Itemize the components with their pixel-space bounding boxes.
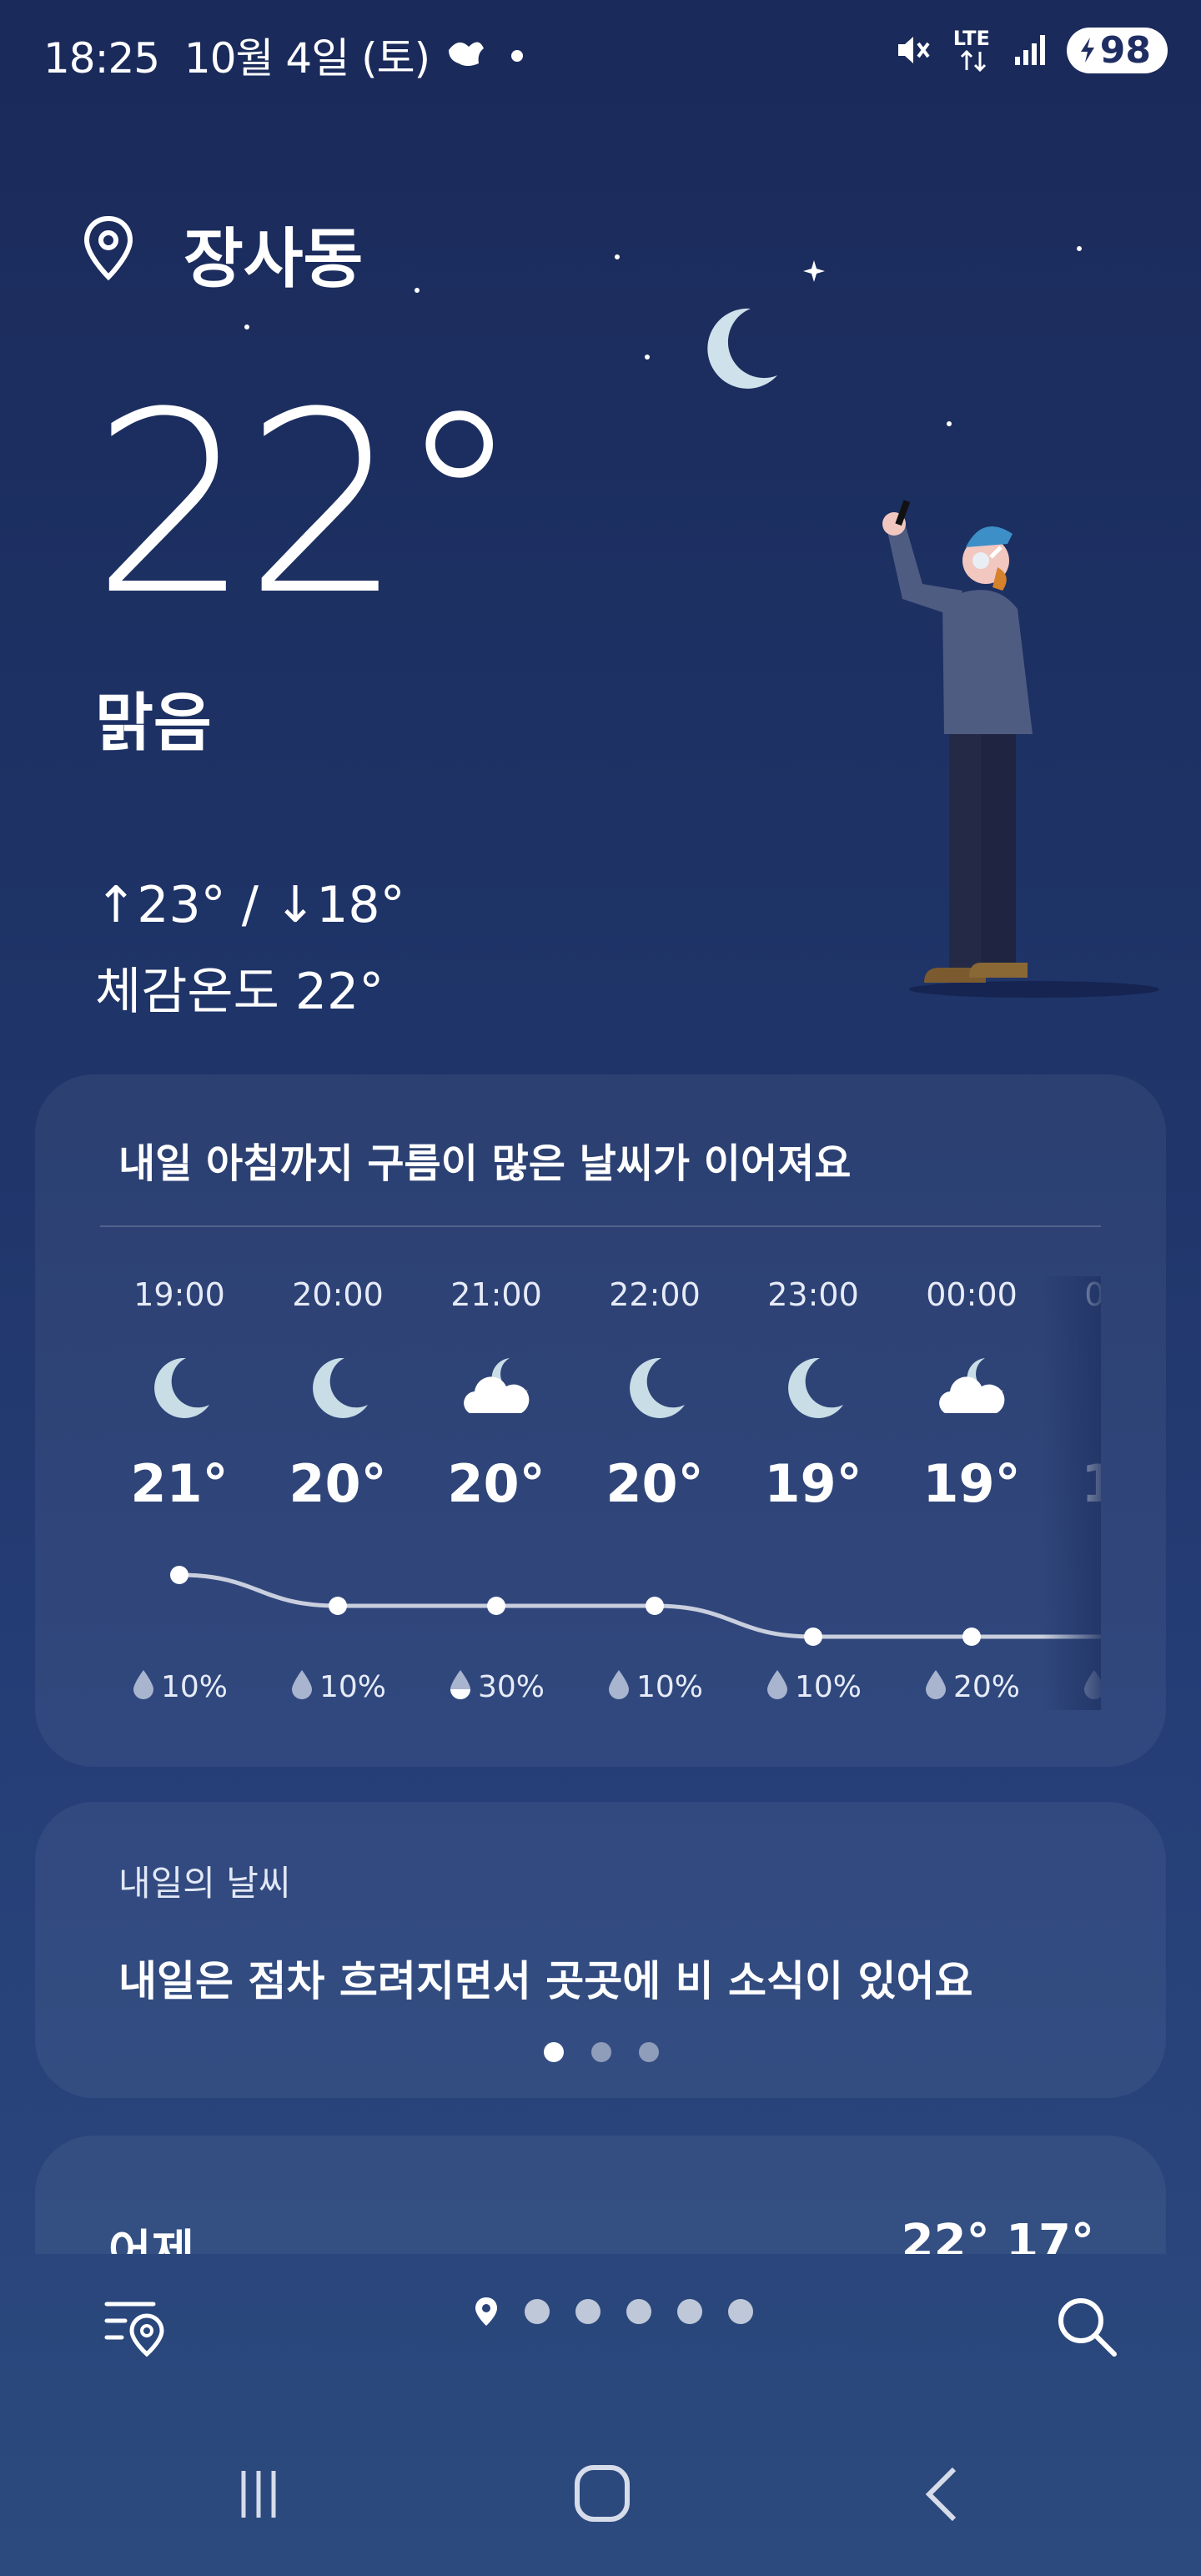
raindrop-icon bbox=[925, 1670, 946, 1699]
page-dot bbox=[639, 2042, 659, 2062]
precipitation-chance: 30% bbox=[417, 1668, 575, 1704]
feels-like-temperature: 체감온도 22° bbox=[95, 963, 384, 1021]
page-dot bbox=[591, 2042, 611, 2062]
precipitation-value: 20% bbox=[952, 1670, 1020, 1704]
hour-time: 23:00 bbox=[767, 1276, 859, 1313]
location-list-icon[interactable] bbox=[103, 2292, 170, 2359]
precipitation-value: 30% bbox=[477, 1670, 545, 1704]
tomorrow-summary: 내일은 점차 흐려지면서 곳곳에 비 소식이 있어요 bbox=[118, 1957, 973, 2005]
hour-temperature: 19° bbox=[764, 1453, 862, 1514]
card-divider bbox=[100, 1225, 1101, 1227]
current-temperature: 22° bbox=[92, 359, 522, 650]
hourly-forecast-scroller[interactable]: 19:00 21° 10% 20:00 20° 10% 21:00 20° 30% 22:00 20… bbox=[100, 1276, 1101, 1710]
hour-column: 00:00 19° bbox=[892, 1276, 1051, 1514]
scroll-fade bbox=[1043, 1276, 1101, 1710]
precipitation-chance: 20% bbox=[892, 1668, 1051, 1704]
moon-icon bbox=[630, 1357, 685, 1418]
temperature-point bbox=[962, 1628, 981, 1646]
person-illustration bbox=[882, 500, 1159, 998]
mute-icon bbox=[897, 37, 930, 63]
temperature-trend-path bbox=[178, 1572, 1101, 1639]
status-time: 18:25 bbox=[43, 34, 160, 83]
charging-icon bbox=[1080, 38, 1094, 63]
back-button[interactable] bbox=[917, 2464, 967, 2523]
hourly-summary-title: 내일 아침까지 구름이 많은 날씨가 이어져요 bbox=[118, 1140, 852, 1187]
mask-bird-icon bbox=[449, 42, 484, 66]
hour-column: 20:00 20° bbox=[259, 1276, 417, 1514]
status-bar-right: LTE 98 bbox=[893, 27, 1168, 73]
location-dot bbox=[728, 2299, 753, 2324]
hour-time: 20:00 bbox=[292, 1276, 384, 1313]
temperature-point bbox=[487, 1597, 505, 1615]
hour-time: 19:00 bbox=[133, 1276, 225, 1313]
location-pin-icon[interactable] bbox=[83, 215, 133, 282]
high-low-temperature: ↑23° / ↓18° bbox=[95, 876, 405, 934]
hour-column: 23:00 19° bbox=[734, 1276, 892, 1514]
temperature-point bbox=[329, 1597, 347, 1615]
moon-illustration bbox=[707, 308, 777, 389]
recent-apps-button[interactable] bbox=[234, 2464, 284, 2523]
notification-icons bbox=[449, 42, 523, 66]
moon-cloud-icon bbox=[939, 1358, 1005, 1413]
current-location-dot-icon bbox=[475, 2297, 497, 2326]
location-dot bbox=[626, 2299, 651, 2324]
location-page-indicator[interactable] bbox=[474, 2296, 753, 2327]
home-button[interactable] bbox=[572, 2463, 632, 2524]
precipitation-value: 10% bbox=[794, 1670, 862, 1704]
precipitation-chance: 10% bbox=[734, 1668, 892, 1704]
precipitation-value: 10% bbox=[319, 1670, 386, 1704]
hour-temperature: 20° bbox=[447, 1453, 545, 1514]
hour-column: 22:00 20° bbox=[575, 1276, 734, 1514]
data-arrows-icon bbox=[960, 50, 986, 72]
location-dot bbox=[575, 2299, 600, 2324]
location-dot bbox=[677, 2299, 702, 2324]
temperature-point bbox=[170, 1566, 188, 1584]
precipitation-chance: 10% bbox=[575, 1668, 734, 1704]
raindrop-icon bbox=[766, 1670, 787, 1699]
hour-temperature: 20° bbox=[606, 1453, 704, 1514]
precipitation-chance: 10% bbox=[259, 1668, 417, 1704]
temperature-point bbox=[646, 1597, 664, 1615]
hour-time: 00:00 bbox=[926, 1276, 1018, 1313]
precipitation-chance: 10% bbox=[100, 1668, 259, 1704]
raindrop-icon bbox=[291, 1670, 312, 1699]
moon-icon bbox=[788, 1357, 843, 1418]
page-dot-active bbox=[544, 2042, 564, 2062]
raindrop-icon bbox=[133, 1670, 153, 1699]
battery-level: 98 bbox=[1099, 28, 1151, 72]
status-date: 10월 4일 (토) bbox=[183, 34, 430, 83]
hour-time: 21:00 bbox=[450, 1276, 542, 1313]
temperature-point bbox=[804, 1628, 822, 1646]
location-dot bbox=[525, 2299, 550, 2324]
hour-column: 19:00 21° bbox=[100, 1276, 259, 1514]
battery-indicator: 98 bbox=[1066, 27, 1168, 73]
status-bar-datetime: 18:25 10월 4일 (토) bbox=[43, 25, 430, 85]
signal-icon bbox=[1014, 35, 1045, 65]
card-page-indicator bbox=[544, 2042, 659, 2062]
notification-dot-icon bbox=[511, 50, 523, 62]
hour-temperature: 19° bbox=[922, 1453, 1021, 1514]
hour-temperature: 20° bbox=[289, 1453, 387, 1514]
moon-icon bbox=[313, 1357, 368, 1418]
precipitation-value: 10% bbox=[160, 1670, 228, 1704]
location-name[interactable]: 장사동 bbox=[183, 207, 363, 300]
network-indicator: LTE bbox=[952, 27, 993, 73]
moon-cloud-icon bbox=[464, 1358, 530, 1413]
precipitation-value: 10% bbox=[636, 1670, 703, 1704]
hour-temperature: 21° bbox=[130, 1453, 229, 1514]
raindrop-icon bbox=[450, 1670, 470, 1699]
hour-time: 22:00 bbox=[609, 1276, 701, 1313]
network-type: LTE bbox=[952, 27, 990, 50]
search-icon[interactable] bbox=[1053, 2292, 1119, 2359]
tomorrow-label: 내일의 날씨 bbox=[118, 1863, 291, 1904]
moon-icon bbox=[154, 1357, 209, 1418]
raindrop-icon bbox=[608, 1670, 629, 1699]
hour-column: 21:00 20° bbox=[417, 1276, 575, 1514]
current-condition: 맑음 bbox=[95, 686, 212, 760]
